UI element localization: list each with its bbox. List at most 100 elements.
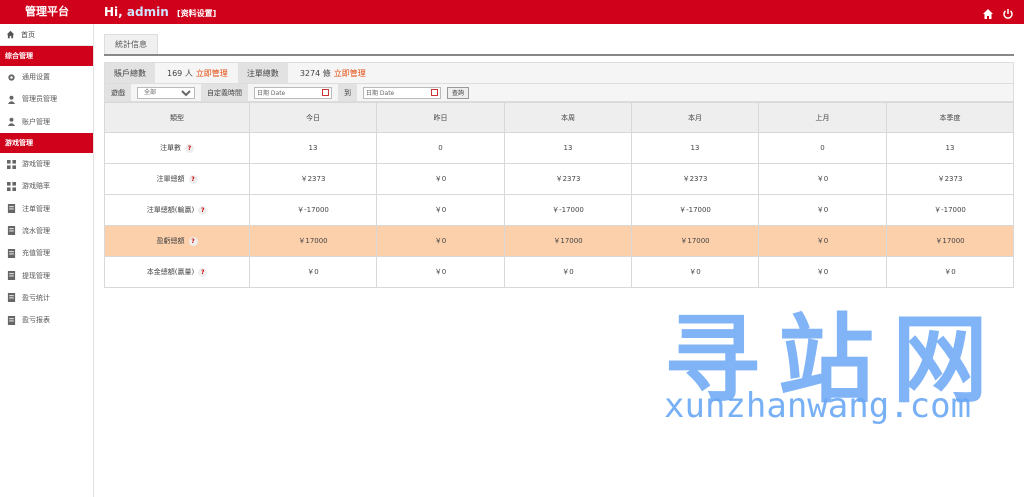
row-label-cell: 注單數? [104,132,250,164]
sidebar-item-label: 盈亏报表 [22,316,50,325]
sidebar-item-flow-management[interactable]: 流水管理 [0,220,93,242]
sidebar-item-admin-management[interactable]: 管理员管理 [0,88,93,110]
greeting-text: Hi, [104,5,123,19]
doc-icon [7,293,16,303]
sidebar-item-home[interactable]: 首页 [0,24,93,46]
table-cell: ￥0 [376,225,505,257]
sidebar-item-label: 游戏管理 [22,160,50,169]
table-cell: ￥0 [758,225,887,257]
sidebar-item-general-settings[interactable]: 通用设置 [0,66,93,88]
home-icon [6,30,15,39]
table-cell: ￥2373 [886,163,1014,195]
date-from-placeholder: 日期 Date [257,90,286,97]
table-cell: ￥2373 [249,163,377,195]
sidebar-item-profit-stats[interactable]: 盈亏统计 [0,287,93,309]
table-cell: ￥0 [758,194,887,226]
table-cell: ￥17000 [886,225,1014,257]
tab-statistics[interactable]: 統計信息 [104,34,158,54]
calendar-icon[interactable] [431,89,438,96]
profile-settings-link[interactable]: [资料设置] [177,9,216,18]
power-icon[interactable] [1002,5,1014,19]
main-content: 統計信息 賬戶總數 169 人 立即管理 注單總數 3274 條 立即管理 遊戲… [94,24,1024,497]
table-cell: ￥-17000 [886,194,1014,226]
table-cell: ￥-17000 [504,194,632,226]
sidebar-item-label: 账户管理 [22,117,50,126]
table-cell: 13 [504,132,632,164]
table-cell: 0 [758,132,887,164]
home-icon[interactable] [982,5,994,19]
row-label-cell: 本金總額(贏量)? [104,256,250,288]
column-header: 類型 [104,102,250,133]
accounts-count: 169 人 立即管理 [155,63,238,83]
sidebar-item-label: 充值管理 [22,249,50,258]
table-cell: ￥0 [504,256,632,288]
row-label: 注單總額 [156,175,185,183]
doc-icon [7,248,16,258]
date-from-input[interactable]: 日期 Date [254,86,332,99]
filter-bar: 遊戲 全部 自定義時間 日期 Date 到 日期 Date 查詢 [104,84,1014,102]
to-label: 到 [338,84,357,101]
row-label: 注單總額(輸贏) [146,206,195,214]
sidebar-item-label: 游戏赔率 [22,182,50,191]
sidebar: 首页 综合管理 通用设置 管理员管理 账户管理 游戏管理 游戏管理 游戏赔率 注… [0,24,94,497]
row-label-cell: 注單總額? [104,163,250,195]
column-header: 今日 [249,102,377,133]
sidebar-item-profit-report[interactable]: 盈亏报表 [0,309,93,331]
custom-time-label: 自定義時間 [201,84,248,101]
date-to-input[interactable]: 日期 Date [363,86,441,99]
table-cell: 0 [376,132,505,164]
table-cell: ￥2373 [504,163,632,195]
table-cell: ￥0 [376,163,505,195]
column-header: 本周 [504,102,632,133]
help-icon[interactable]: ? [185,143,194,153]
grid-icon [7,181,16,191]
help-icon[interactable]: ? [198,267,208,277]
game-select[interactable]: 全部 [137,86,195,99]
sidebar-item-account-management[interactable]: 账户管理 [0,111,93,133]
stats-table: 類型 今日 昨日 本周 本月 上月 本季度 注單數? 13 0 13 13 0 … [104,102,1014,288]
sidebar-item-label: 通用设置 [22,73,50,82]
gear-icon [7,73,16,82]
accounts-label: 賬戶總數 [105,63,155,83]
sidebar-item-label: 首页 [21,30,35,39]
row-label: 盈虧總額 [156,237,185,245]
doc-icon [7,204,16,214]
greeting: Hi, admin [资料设置] [104,0,216,24]
table-cell: ￥0 [249,256,377,288]
sidebar-item-game-management[interactable]: 游戏管理 [0,153,93,175]
table-cell: ￥17000 [249,225,377,257]
sidebar-item-game-odds[interactable]: 游戏赔率 [0,175,93,197]
sidebar-item-label: 注单管理 [22,204,50,213]
calendar-icon[interactable] [322,89,329,96]
sidebar-item-recharge-management[interactable]: 充值管理 [0,242,93,264]
help-icon[interactable]: ? [188,174,198,184]
table-cell: ￥0 [376,194,505,226]
bets-count: 3274 條 立即管理 [288,63,376,83]
row-label: 本金總額(贏量) [146,268,195,276]
summary-bar: 賬戶總數 169 人 立即管理 注單總數 3274 條 立即管理 [104,62,1014,84]
bets-label: 注單總數 [237,63,288,83]
column-header: 上月 [758,102,887,133]
user-icon [7,117,16,127]
bets-value: 3274 條 [299,68,331,78]
username-link[interactable]: admin [127,5,169,19]
bets-manage-link[interactable]: 立即管理 [334,68,366,79]
query-button[interactable]: 查詢 [447,86,470,99]
watermark-url: xunzhanwang.com [664,386,972,426]
table-row: 注單數? 13 0 13 13 0 13 [104,132,1014,164]
doc-icon [7,226,16,236]
help-icon[interactable]: ? [188,236,198,246]
row-label: 注單數 [160,144,181,152]
table-cell: ￥17000 [504,225,632,257]
sidebar-item-withdraw-management[interactable]: 提现管理 [0,264,93,286]
brand-title: 管理平台 [25,5,69,18]
table-row: 注單總額(輸贏)? ￥-17000 ￥0 ￥-17000 ￥-17000 ￥0 … [104,194,1014,226]
table-header-row: 類型 今日 昨日 本周 本月 上月 本季度 [104,102,1014,133]
sidebar-item-label: 盈亏统计 [22,293,50,302]
help-icon[interactable]: ? [198,205,208,215]
accounts-manage-link[interactable]: 立即管理 [196,68,228,79]
column-header: 昨日 [376,102,505,133]
top-bar: 管理平台 Hi, admin [资料设置] [0,0,1024,24]
table-row-highlighted: 盈虧總額? ￥17000 ￥0 ￥17000 ￥17000 ￥0 ￥17000 [104,225,1014,257]
sidebar-item-bet-management[interactable]: 注单管理 [0,197,93,219]
